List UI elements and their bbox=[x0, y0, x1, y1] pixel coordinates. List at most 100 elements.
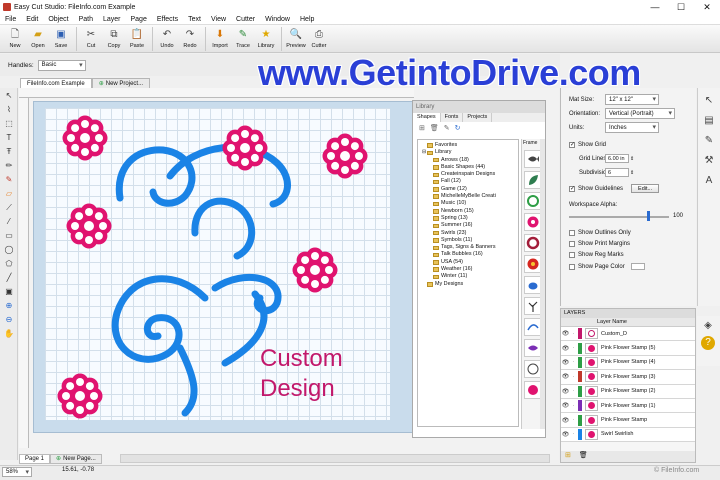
menu-layer[interactable]: Layer bbox=[98, 16, 126, 23]
ellipse-tool-icon[interactable]: ◯ bbox=[2, 243, 16, 256]
tab-new-page[interactable]: ⊕ New Page... bbox=[50, 453, 102, 464]
undo-button[interactable]: ↶ Undo bbox=[156, 25, 178, 52]
library-tree-item[interactable]: USA (54) bbox=[422, 259, 518, 266]
fill-tool-icon[interactable]: ▣ bbox=[2, 285, 16, 298]
zoom-out-tool-icon[interactable]: ⊖ bbox=[2, 313, 16, 326]
library-tree-item[interactable]: MichelleMyBelle Creati bbox=[422, 193, 518, 200]
library-tree-item[interactable]: Arrows (18) bbox=[422, 157, 518, 164]
lock-icon[interactable]: · bbox=[570, 403, 577, 409]
tab-page-1[interactable]: Page 1 bbox=[19, 453, 51, 464]
minimize-button[interactable]: — bbox=[642, 0, 668, 14]
lock-icon[interactable]: · bbox=[570, 345, 577, 351]
library-tree-item[interactable]: Game (12) bbox=[422, 186, 518, 193]
eyedropper-tool-icon[interactable]: ⁄ bbox=[2, 215, 16, 228]
visibility-icon[interactable]: 👁 bbox=[561, 373, 570, 380]
page-settings-icon[interactable]: ▤ bbox=[702, 114, 716, 128]
layer-row[interactable]: 👁 · Pink Flower Stamp bbox=[561, 413, 695, 428]
tab-projects[interactable]: Projects bbox=[463, 113, 493, 122]
text-tool-icon[interactable]: T bbox=[2, 131, 16, 144]
library-button[interactable]: ★ Library bbox=[255, 25, 277, 52]
hand-tool-icon[interactable]: ✋ bbox=[2, 327, 16, 340]
show-guidelines-checkbox[interactable] bbox=[569, 185, 575, 192]
cutter-button[interactable]: ⎙ Cutter bbox=[308, 25, 330, 52]
menu-text[interactable]: Text bbox=[183, 16, 206, 23]
zoom-tool-icon[interactable]: ⊕ bbox=[2, 299, 16, 312]
library-tree-item[interactable]: Tags, Signs & Banners bbox=[422, 244, 518, 251]
layer-color-swatch[interactable] bbox=[578, 385, 582, 397]
pointer-icon[interactable]: ↖ bbox=[702, 94, 716, 108]
help-icon[interactable]: ? bbox=[701, 336, 715, 350]
menu-file[interactable]: File bbox=[0, 16, 21, 23]
layer-row[interactable]: 👁 · Pink Flower Stamp (5) bbox=[561, 341, 695, 356]
custom-text[interactable]: Custom bbox=[260, 345, 343, 372]
open-button[interactable]: ▰ Open bbox=[27, 25, 49, 52]
library-tree[interactable]: Favorites ⊟ Library Arrows (18) Basic Shapes… bbox=[417, 139, 519, 427]
horizontal-scrollbar[interactable] bbox=[120, 454, 550, 463]
transform-icon[interactable]: ✎ bbox=[702, 134, 716, 148]
spinner-icon[interactable]: ⇕ bbox=[630, 156, 634, 162]
brush-tool-icon[interactable]: ✎ bbox=[2, 173, 16, 186]
library-tree-item[interactable]: Music (10) bbox=[422, 200, 518, 207]
library-tree-item[interactable]: Swirls (23) bbox=[422, 230, 518, 237]
tab-fonts[interactable]: Fonts bbox=[441, 113, 464, 122]
workspace-alpha-thumb[interactable] bbox=[647, 211, 650, 221]
node-tool-icon[interactable]: ⬚ bbox=[2, 117, 16, 130]
flower-stamp[interactable] bbox=[62, 115, 108, 161]
menu-effects[interactable]: Effects bbox=[152, 16, 183, 23]
zoom-select[interactable]: 58% bbox=[2, 467, 32, 477]
flower-stamps[interactable] bbox=[57, 115, 368, 419]
close-button[interactable]: ✕ bbox=[694, 0, 720, 14]
show-reg-marks-checkbox[interactable] bbox=[569, 252, 575, 258]
delete-icon[interactable]: 🗑 bbox=[430, 124, 439, 132]
design-text[interactable]: Design bbox=[260, 375, 335, 402]
flower-stamp[interactable] bbox=[322, 133, 368, 179]
library-tree-item[interactable]: My Designs bbox=[422, 281, 518, 288]
design-artwork[interactable]: Custom Design bbox=[45, 108, 390, 420]
spinner-icon[interactable]: ⇕ bbox=[630, 170, 634, 176]
add-layer-icon[interactable]: ⊞ bbox=[565, 452, 571, 459]
visibility-icon[interactable]: 👁 bbox=[561, 388, 570, 395]
polygon-tool-icon[interactable]: ⬠ bbox=[2, 257, 16, 270]
text-settings-icon[interactable]: A bbox=[702, 174, 716, 188]
subdivision-input[interactable]: 6 bbox=[605, 168, 629, 177]
lasso-tool-icon[interactable]: ⌇ bbox=[2, 103, 16, 116]
layer-row[interactable]: 👁 · Pink Flower Stamp (2) bbox=[561, 384, 695, 399]
orientation-select[interactable]: Vertical (Portrait) bbox=[605, 108, 675, 119]
add-folder-icon[interactable]: ⊞ bbox=[419, 124, 425, 132]
library-tree-item[interactable]: Favorites bbox=[422, 142, 518, 149]
layer-row[interactable]: 👁 · Pink Flower Stamp (1) bbox=[561, 398, 695, 414]
menu-help[interactable]: Help bbox=[295, 16, 319, 23]
preview-button[interactable]: 🔍 Preview bbox=[285, 25, 307, 52]
delete-layer-icon[interactable]: 🗑 bbox=[579, 452, 588, 459]
menu-view[interactable]: View bbox=[206, 16, 231, 23]
redo-button[interactable]: ↷ Redo bbox=[179, 25, 201, 52]
menu-window[interactable]: Window bbox=[260, 16, 295, 23]
edit-icon[interactable]: ✎ bbox=[444, 124, 450, 132]
new-button[interactable]: 🗋 New bbox=[4, 25, 26, 52]
select-tool-icon[interactable]: ↖ bbox=[2, 89, 16, 102]
show-page-color-checkbox[interactable] bbox=[569, 263, 575, 270]
workspace-alpha-slider[interactable] bbox=[569, 216, 669, 218]
copy-button[interactable]: ⧉ Copy bbox=[103, 25, 125, 52]
lock-icon[interactable]: · bbox=[570, 431, 577, 437]
page-color-swatch[interactable] bbox=[630, 263, 645, 270]
flower-stamp[interactable] bbox=[66, 203, 112, 249]
library-tree-item[interactable]: Basic Shapes (44) bbox=[422, 164, 518, 171]
layer-color-swatch[interactable] bbox=[578, 328, 582, 340]
show-outlines-checkbox[interactable] bbox=[569, 230, 575, 236]
import-button[interactable]: ⬇ Import bbox=[209, 25, 231, 52]
library-scrollbar[interactable] bbox=[540, 139, 545, 429]
show-print-margins-checkbox[interactable] bbox=[569, 241, 575, 247]
units-select[interactable]: Inches bbox=[605, 122, 659, 133]
library-tree-item[interactable]: ⊟ Library bbox=[422, 149, 518, 156]
swirl-shape[interactable] bbox=[111, 143, 291, 417]
flower-stamp[interactable] bbox=[57, 373, 103, 419]
visibility-icon[interactable]: 👁 bbox=[561, 402, 570, 409]
visibility-icon[interactable]: 👁 bbox=[561, 417, 570, 424]
lock-icon[interactable]: · bbox=[570, 388, 577, 394]
line-tool-icon[interactable]: ╱ bbox=[2, 271, 16, 284]
library-tree-item[interactable]: Talk Bubbles (16) bbox=[422, 251, 518, 258]
layers-icon[interactable]: ◈ bbox=[701, 319, 715, 333]
library-tree-item[interactable]: Summer (16) bbox=[422, 222, 518, 229]
visibility-icon[interactable]: 👁 bbox=[561, 345, 570, 352]
